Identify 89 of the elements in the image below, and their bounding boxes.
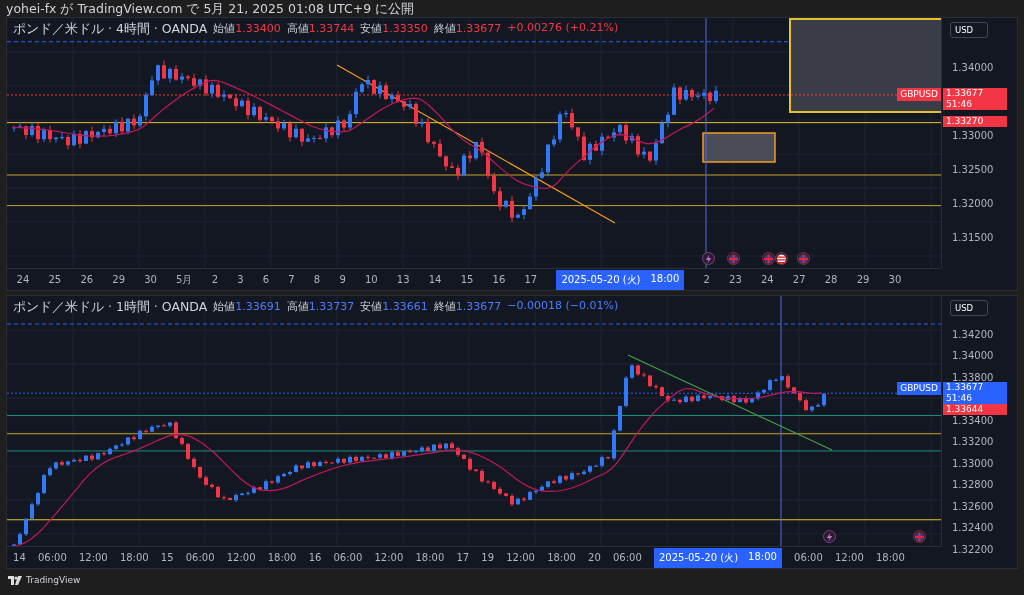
currency-button[interactable]: USD: [950, 300, 989, 316]
price-tick-label: 1.33800: [952, 371, 994, 383]
price-level-tag: 1.33270: [943, 116, 1007, 127]
time-label: 15: [160, 552, 174, 563]
publish-info: yohei-fx が TradingView.com で 5月 21, 2025 01:08 UTC+9 に公開: [5, 0, 416, 17]
ohlc-value: 終値1.33677: [433, 21, 502, 37]
price-change: −0.00018 (−0.01%): [507, 299, 619, 314]
symbol-info: ポンド／米ドル · 4時間 · OANDA: [13, 21, 208, 38]
time-label: 17: [456, 552, 470, 563]
ohlc-value: 安値1.33350: [360, 21, 428, 37]
time-label: 14: [13, 552, 26, 563]
time-label: 12:00: [226, 552, 256, 563]
time-label: 29: [856, 274, 870, 285]
time-label: 06:00: [333, 552, 363, 563]
time-label: 27: [792, 274, 806, 285]
time-label: 06:00: [185, 552, 215, 563]
ohlc-value: 安値1.33661: [360, 299, 428, 315]
ohlc-value: 始値1.33691: [213, 299, 281, 315]
currency-button[interactable]: USD: [950, 22, 989, 38]
lightning-icon[interactable]: [823, 530, 836, 543]
time-label: 24: [760, 274, 774, 285]
price-tick-label: 1.32000: [952, 197, 994, 209]
time-label: 12:00: [374, 552, 404, 563]
price-tick-label: 1.33000: [952, 457, 994, 469]
last-price-tag: 1.33677 51:46: [943, 382, 1007, 404]
time-label: 17: [524, 274, 538, 285]
time-label: 8: [313, 274, 321, 285]
time-label: 24: [16, 274, 30, 285]
crosshair-time-tag: 2025-05-20 (火) 18:00: [653, 547, 782, 568]
time-label: 30: [888, 274, 902, 285]
time-label: 10: [364, 274, 378, 285]
time-label: 20: [588, 552, 601, 563]
price-tick-label: 1.33200: [952, 436, 994, 447]
symbol-tag: GBPUSD: [897, 382, 941, 395]
time-label: 28: [824, 274, 838, 285]
ohlc-value: 終値1.33677: [433, 299, 502, 315]
price-change: +0.00276 (+0.21%): [507, 21, 619, 36]
time-label: 23: [729, 274, 742, 285]
time-label: 18:00: [547, 552, 576, 563]
price-tick-label: 1.32500: [952, 163, 994, 175]
ohlc-value: 始値1.33400: [213, 21, 281, 37]
time-label: 2: [211, 274, 219, 285]
time-label: 12:00: [835, 552, 864, 563]
price-tick-label: 1.34200: [952, 328, 994, 340]
time-label: 3: [237, 274, 244, 285]
time-label: 18:00: [415, 552, 445, 563]
price-tick-label: 1.31500: [952, 231, 994, 243]
time-label: 15: [460, 274, 474, 285]
time-label: 6: [262, 274, 270, 285]
time-label: 2: [703, 274, 710, 285]
time-label: 12:00: [506, 552, 535, 563]
crosshair-time-tag: 2025-05-20 (火) 18:00: [556, 269, 685, 290]
time-label: 06:00: [612, 552, 642, 563]
symbol-tag: GBPUSD: [897, 88, 941, 101]
time-label: 26: [80, 274, 94, 285]
time-label: 14: [428, 274, 442, 285]
time-label: 18:00: [119, 552, 149, 563]
price-tick-label: 1.32800: [952, 479, 994, 490]
time-label: 18:00: [267, 552, 297, 563]
time-label: 18:00: [875, 552, 905, 563]
price-tick-label: 1.33400: [952, 414, 994, 426]
ohlc-value: 高値1.33737: [286, 299, 355, 315]
time-label: 5月: [176, 272, 193, 287]
time-label: 7: [288, 274, 295, 285]
price-level-tag: 1.33644: [943, 404, 1007, 415]
time-label: 06:00: [794, 552, 823, 563]
time-label: 9: [339, 274, 346, 285]
symbol-info: ポンド／米ドル · 1時間 · OANDA: [13, 299, 208, 316]
time-label: 25: [48, 274, 62, 285]
price-tick-label: 1.33000: [952, 129, 994, 141]
time-label: 16: [308, 552, 322, 563]
time-label: 13: [396, 274, 410, 285]
time-label: 19: [481, 552, 494, 563]
price-tick-label: 1.34000: [952, 61, 994, 73]
price-tick-label: 1.32600: [952, 500, 994, 512]
last-price-tag: 1.33677 51:46: [943, 88, 1007, 110]
time-label: 06:00: [37, 552, 67, 563]
price-tick-label: 1.32400: [952, 522, 994, 533]
time-label: 12:00: [78, 552, 108, 563]
time-label: 30: [144, 274, 157, 285]
ohlc-value: 高値1.33744: [286, 21, 355, 37]
time-label: 29: [112, 274, 126, 285]
brand-name: TradingView: [26, 575, 81, 585]
flag-icon[interactable]: [775, 252, 788, 265]
tradingview-logo-icon: [8, 575, 22, 585]
lightning-icon[interactable]: [702, 252, 715, 265]
price-tick-label: 1.32200: [952, 543, 994, 555]
time-label: 16: [492, 274, 506, 285]
price-tick-label: 1.34000: [952, 350, 994, 361]
